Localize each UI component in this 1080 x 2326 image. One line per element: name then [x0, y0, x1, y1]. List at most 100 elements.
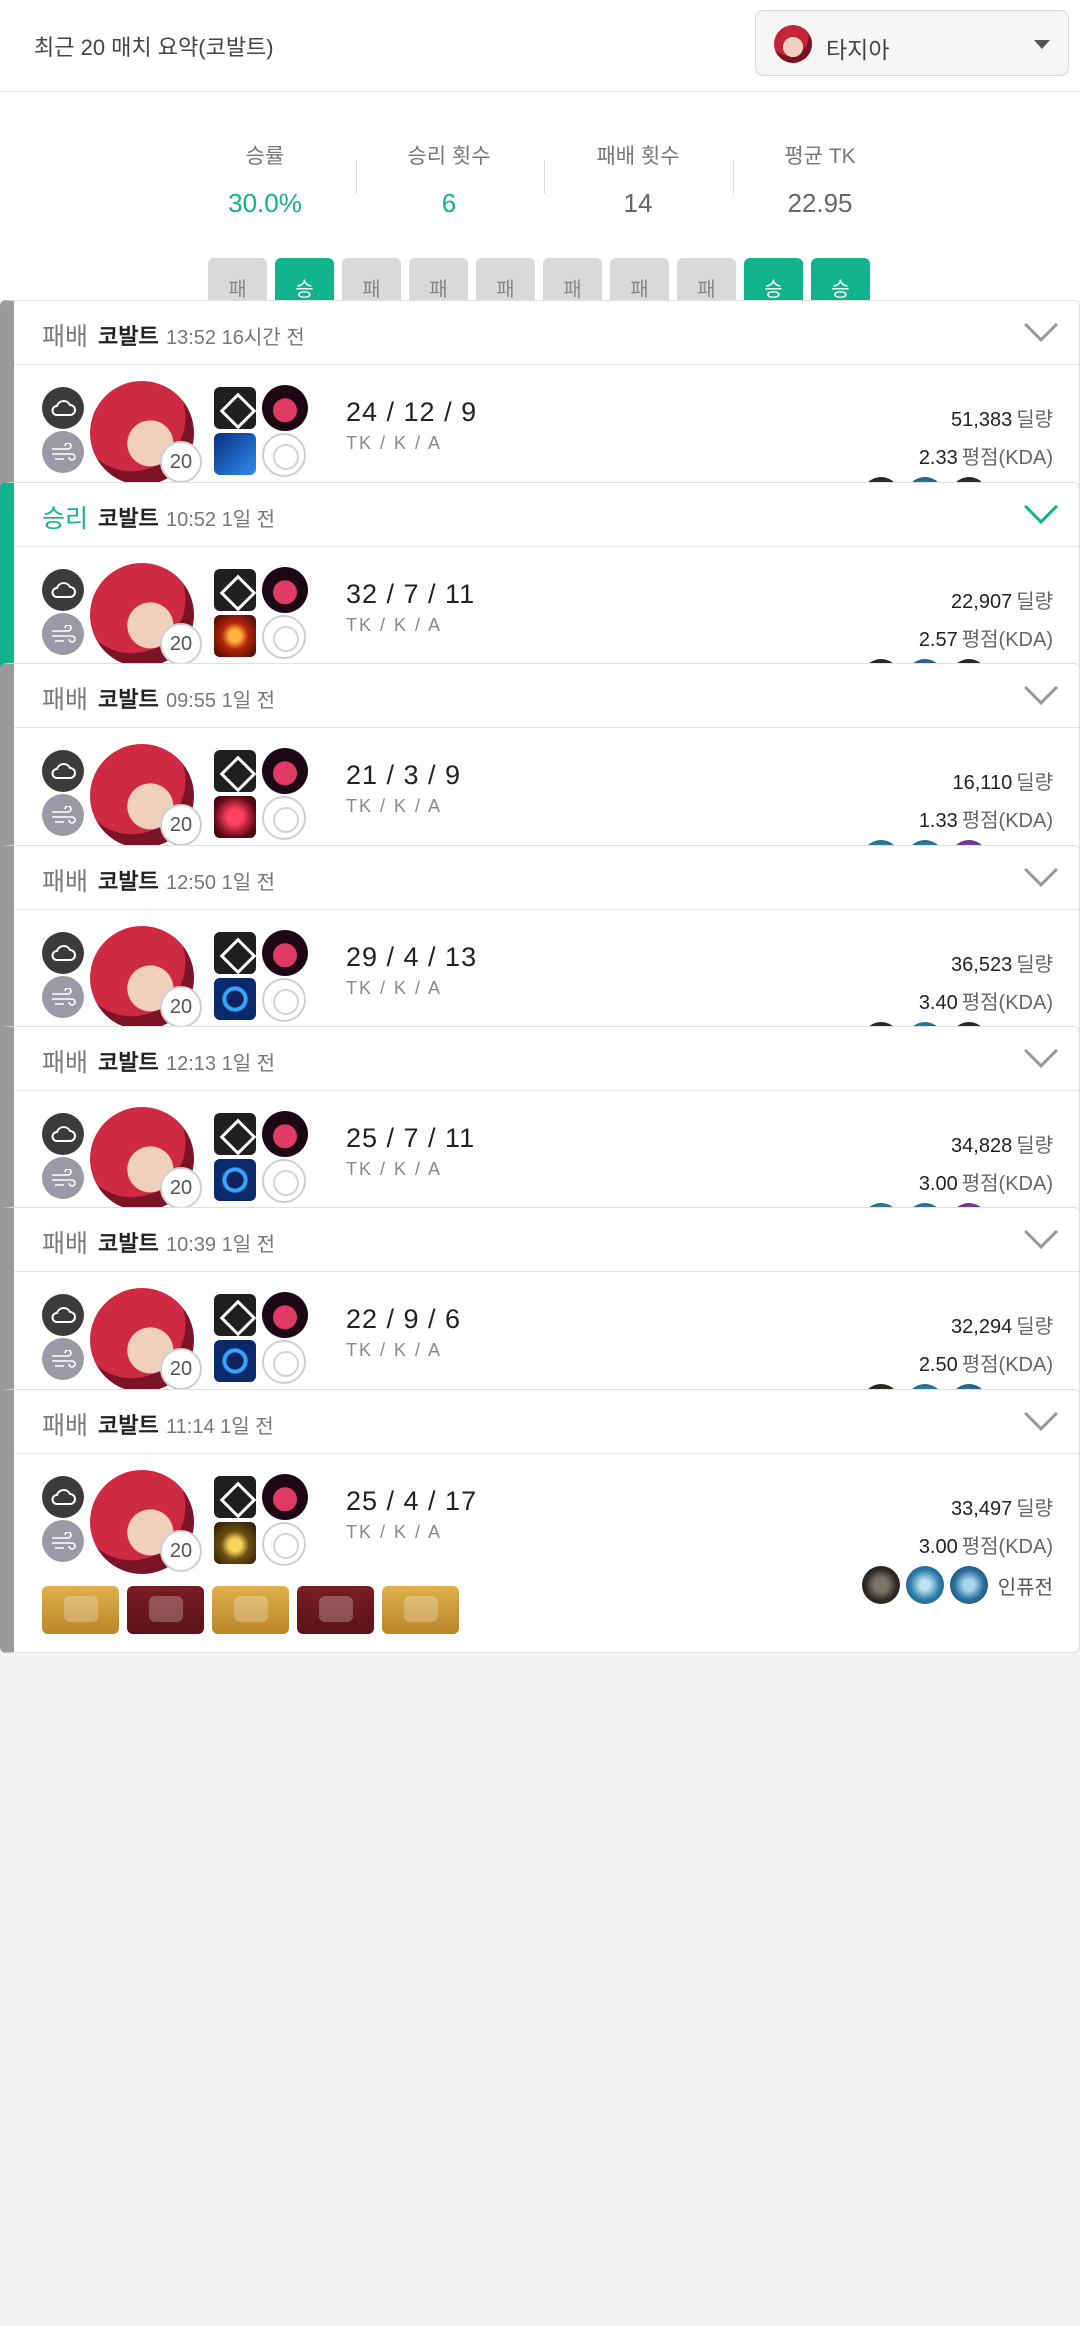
item-list: [42, 1586, 459, 1634]
match-card-header[interactable]: 패배 코발트 12:13 1일 전: [14, 1027, 1079, 1091]
damage-stat: 32,294 딜량: [951, 1310, 1053, 1339]
kda-score-unit: 평점(KDA): [961, 447, 1053, 469]
match-mode: 코발트: [98, 506, 159, 531]
cloud-icon: [42, 569, 84, 611]
match-result: 패배: [42, 686, 89, 714]
damage-value: 22,907: [951, 591, 1013, 613]
kda-label: TK / K / A: [346, 1340, 443, 1360]
stat-label: 패배 횟수: [596, 145, 680, 168]
match-mode: 코발트: [98, 324, 159, 349]
wind-icon: [42, 1157, 84, 1199]
skill-icon: [214, 387, 256, 429]
cloud-icon: [42, 387, 84, 429]
kda-score-value: 3.40: [918, 992, 958, 1014]
stat-label: 승리 횟수: [407, 145, 491, 168]
skill-icon: [214, 433, 256, 475]
character-portrait: 20: [90, 563, 202, 667]
expand-chevron-icon[interactable]: [1024, 490, 1058, 524]
skill-icon: [262, 930, 308, 976]
wind-icon: [42, 976, 84, 1018]
kda-score-value: 2.33: [918, 447, 958, 469]
kda-score-value: 1.33: [918, 810, 958, 832]
expand-chevron-icon[interactable]: [1024, 1034, 1058, 1068]
skill-icon: [262, 748, 308, 794]
stat-wins: 승리 횟수 6: [364, 140, 534, 219]
wind-icon: [42, 794, 84, 836]
character-level: 20: [160, 1348, 202, 1390]
kda-label: TK / K / A: [346, 796, 443, 816]
skill-icon: [262, 567, 308, 613]
match-time: 13:52 16시간 전: [166, 327, 305, 349]
kda-label: TK / K / A: [346, 1522, 443, 1542]
match-kda: 32 / 7 / 11: [346, 579, 476, 609]
stat-value: 30.0%: [228, 188, 302, 218]
damage-value: 34,828: [951, 1135, 1013, 1157]
skill-empty-icon: [262, 1522, 306, 1566]
skill-empty-icon: [262, 796, 306, 840]
cloud-icon: [42, 1476, 84, 1518]
kda-score-unit: 평점(KDA): [961, 629, 1053, 651]
match-mode: 코발트: [98, 1050, 159, 1075]
kda-label: TK / K / A: [346, 433, 443, 453]
kda-label: TK / K / A: [346, 978, 443, 998]
match-time: 10:39 1일 전: [166, 1234, 276, 1256]
stat-label: 평균 TK: [784, 145, 856, 168]
match-time: 12:50 1일 전: [166, 872, 276, 894]
stat-avg-tk: 평균 TK 22.95: [735, 140, 905, 219]
character-level: 20: [160, 804, 202, 846]
cloud-icon: [42, 1294, 84, 1336]
match-kda: 21 / 3 / 9: [346, 760, 462, 790]
kda-score-value: 3.00: [918, 1536, 958, 1558]
kda-score-value: 2.57: [918, 629, 958, 651]
item-icon: [127, 1586, 204, 1634]
infusion-label: 인퓨전: [997, 1576, 1053, 1599]
match-result: 패배: [42, 868, 89, 896]
damage-unit: 딜량: [1016, 409, 1053, 431]
skill-icon: [214, 569, 256, 611]
match-time: 12:13 1일 전: [166, 1053, 276, 1075]
character-name: 타지아: [826, 37, 890, 63]
match-card-header[interactable]: 승리 코발트 10:52 1일 전: [14, 483, 1079, 547]
expand-chevron-icon[interactable]: [1024, 1397, 1058, 1431]
skill-icon: [262, 385, 308, 431]
damage-value: 32,294: [951, 1316, 1013, 1338]
wind-icon: [42, 1338, 84, 1380]
skill-icon: [214, 1476, 256, 1518]
skill-icon: [214, 750, 256, 792]
damage-stat: 16,110 딜량: [953, 766, 1054, 795]
skill-icon: [214, 1294, 256, 1336]
match-result: 패배: [42, 323, 89, 351]
expand-chevron-icon[interactable]: [1024, 308, 1058, 342]
damage-stat: 34,828 딜량: [951, 1129, 1053, 1158]
match-mode: 코발트: [98, 869, 159, 894]
infusion-icon: [905, 1566, 944, 1604]
match-card-header[interactable]: 패배 코발트 11:14 1일 전: [14, 1390, 1079, 1454]
expand-chevron-icon[interactable]: [1024, 853, 1058, 887]
match-card-header[interactable]: 패배 코발트 13:52 16시간 전: [14, 301, 1079, 365]
stat-losses: 패배 횟수 14: [553, 140, 723, 219]
match-card-header[interactable]: 패배 코발트 09:55 1일 전: [14, 664, 1079, 728]
expand-chevron-icon[interactable]: [1024, 1215, 1058, 1249]
cloud-icon: [42, 750, 84, 792]
expand-chevron-icon[interactable]: [1024, 671, 1058, 705]
character-select[interactable]: 타지아: [755, 10, 1069, 76]
item-icon: [382, 1586, 459, 1634]
cloud-icon: [42, 1113, 84, 1155]
match-card-header[interactable]: 패배 코발트 10:39 1일 전: [14, 1208, 1079, 1272]
kda-score-unit: 평점(KDA): [961, 810, 1053, 832]
character-level: 20: [160, 1530, 202, 1572]
match-card[interactable]: 패배 코발트 11:14 1일 전 20 25 / 4 / 17 TK / K …: [0, 1389, 1080, 1653]
match-card-header[interactable]: 패배 코발트 12:50 1일 전: [14, 846, 1079, 910]
match-kda: 24 / 12 / 9: [346, 397, 478, 427]
character-avatar: [774, 25, 812, 63]
kda-score-unit: 평점(KDA): [961, 992, 1053, 1014]
damage-stat: 22,907 딜량: [951, 585, 1053, 614]
character-portrait: 20: [90, 1288, 202, 1392]
match-kda: 29 / 4 / 13: [346, 942, 478, 972]
kda-score-stat: 2.50 평점(KDA): [919, 1348, 1053, 1377]
infusion-icon: [861, 1566, 900, 1604]
kda-score-stat: 2.57 평점(KDA): [919, 623, 1053, 652]
stat-value: 14: [623, 188, 653, 218]
character-portrait: 20: [90, 1470, 202, 1574]
character-level: 20: [160, 623, 202, 665]
